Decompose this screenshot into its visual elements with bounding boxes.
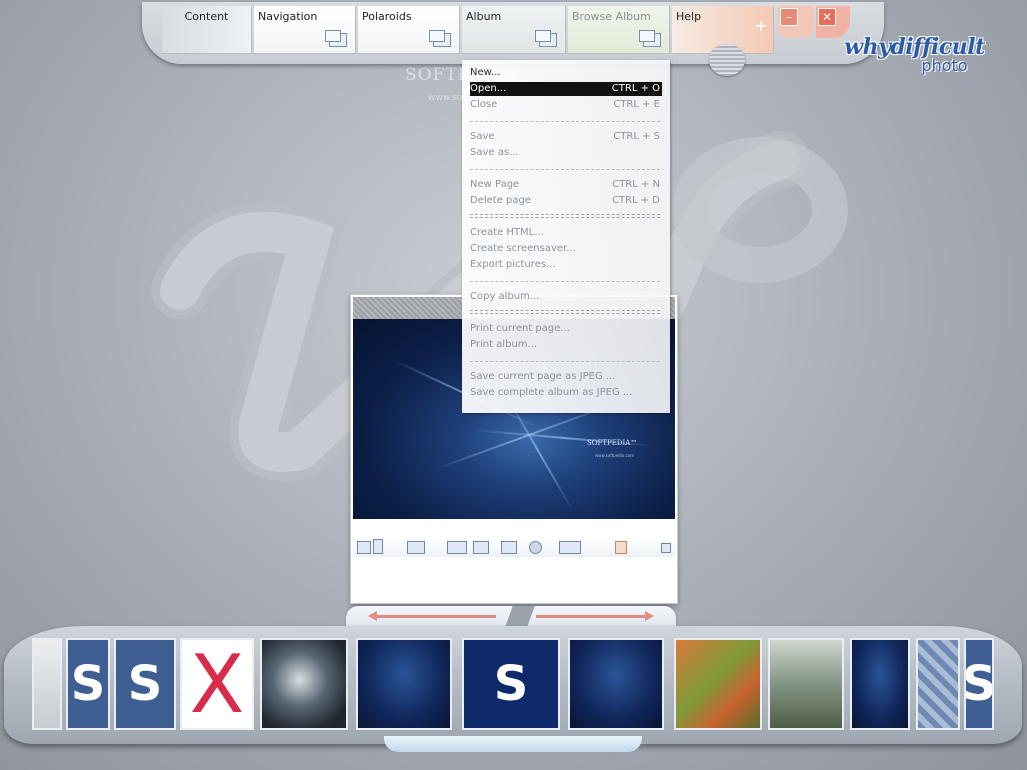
top-tab-bar: Content Navigation Polaroids Album Brows… xyxy=(142,2,884,64)
album-dropdown-menu: New... Open... CTRL + O Close CTRL + E Sav… xyxy=(462,60,670,413)
preview-toolbar xyxy=(353,539,675,557)
filmstrip-thumb-label xyxy=(852,640,908,728)
menu-item-delete-page[interactable]: Delete page CTRL + D xyxy=(470,194,662,208)
tab-browse-album-label: Browse Album xyxy=(572,10,651,23)
menu-item-copy-album[interactable]: Copy album... xyxy=(470,290,662,304)
tab-polaroids-label: Polaroids xyxy=(362,10,412,23)
tab-album[interactable]: Album xyxy=(462,6,566,54)
tab-navigation[interactable]: Navigation xyxy=(254,6,356,54)
filmstrip-thumb[interactable] xyxy=(674,638,762,730)
tab-content[interactable]: Content xyxy=(162,6,252,54)
menu-item-create-html[interactable]: Create HTML... xyxy=(470,226,662,240)
bar-handle[interactable] xyxy=(709,44,745,76)
tab-polaroids[interactable]: Polaroids xyxy=(358,6,460,54)
book-icon xyxy=(535,30,557,47)
globe-icon[interactable] xyxy=(529,541,542,554)
filmstrip-thumb-label: S xyxy=(493,656,529,712)
filmstrip-thumb[interactable] xyxy=(568,638,664,730)
filmstrip-thumb[interactable] xyxy=(850,638,910,730)
menu-separator xyxy=(470,281,660,282)
menu-item-print-album[interactable]: Print album... xyxy=(470,338,662,352)
resize-icon[interactable] xyxy=(407,541,425,554)
filmstrip-thumb-label xyxy=(262,640,346,728)
printer-icon[interactable] xyxy=(559,541,581,554)
scroll-right-arrow-icon[interactable] xyxy=(536,611,654,621)
tab-browse-album[interactable]: Browse Album xyxy=(568,6,670,54)
tab-navigation-label: Navigation xyxy=(258,10,318,23)
preview-image-url: www.softpedia.com xyxy=(595,453,635,458)
menu-separator xyxy=(470,361,660,362)
pages-icon xyxy=(325,30,347,47)
filmstrip-thumb-label xyxy=(34,640,60,728)
filmstrip-thumb-label: S xyxy=(127,656,163,712)
filmstrip-thumb-label: X xyxy=(189,638,245,730)
filmstrip-thumb[interactable] xyxy=(260,638,348,730)
menu-separator xyxy=(470,169,660,170)
preview-image-text: SOFTPEDIA™ xyxy=(587,439,638,447)
tab-content-label: Content xyxy=(184,10,229,23)
menu-item-print-current-page[interactable]: Print current page... xyxy=(470,322,662,336)
menu-separator xyxy=(470,214,660,218)
filmstrip-thumb-label xyxy=(770,640,842,728)
scroll-left-arrow-icon[interactable] xyxy=(368,611,496,621)
filmstrip-thumb-label xyxy=(676,640,760,728)
filmstrip-thumb[interactable]: S xyxy=(462,638,560,730)
camera-icon[interactable] xyxy=(501,541,517,554)
filmstrip-thumb-label: S xyxy=(70,656,106,712)
folder-icon[interactable] xyxy=(473,541,489,554)
filmstrip-thumb-label xyxy=(358,640,450,728)
filmstrip-thumb-label xyxy=(918,640,958,728)
close-small-icon[interactable] xyxy=(661,543,671,553)
tab-album-label: Album xyxy=(466,10,502,23)
filmstrip-thumb[interactable] xyxy=(32,638,62,730)
layout-portrait-icon[interactable] xyxy=(373,539,383,554)
menu-item-save-album-jpeg[interactable]: Save complete album as JPEG ... xyxy=(470,386,662,400)
filmstrip-thumb[interactable] xyxy=(768,638,844,730)
filmstrip-thumb[interactable] xyxy=(356,638,452,730)
menu-item-create-screensaver[interactable]: Create screensaver... xyxy=(470,242,662,256)
minimize-button[interactable]: – xyxy=(780,8,798,26)
add-icon[interactable]: + xyxy=(752,18,770,36)
filmstrip-thumb[interactable]: S xyxy=(964,638,994,730)
menu-separator xyxy=(470,121,660,122)
menu-item-save-as[interactable]: Save as... xyxy=(470,146,662,160)
menu-item-save[interactable]: Save CTRL + S xyxy=(470,130,662,144)
menu-item-new-page[interactable]: New Page CTRL + N xyxy=(470,178,662,192)
filmstrip-thumb[interactable]: S xyxy=(114,638,176,730)
menu-item-save-page-jpeg[interactable]: Save current page as JPEG ... xyxy=(470,370,662,384)
filmstrip-thumb[interactable]: X xyxy=(180,638,254,730)
filmstrip-thumb[interactable]: S xyxy=(66,638,110,730)
trash-icon[interactable] xyxy=(615,541,627,554)
close-button[interactable]: ✕ xyxy=(818,8,836,26)
filmstrip-thumb-label: S xyxy=(966,640,992,728)
menu-item-new[interactable]: New... xyxy=(470,66,662,80)
menu-separator xyxy=(470,310,660,314)
filmstrip-handle[interactable] xyxy=(384,736,642,752)
menu-item-close[interactable]: Close CTRL + E xyxy=(470,98,662,112)
filmstrip-thumb[interactable] xyxy=(916,638,960,730)
browse-book-icon xyxy=(639,30,661,47)
layout-landscape-icon[interactable] xyxy=(357,541,371,554)
album-view-icon[interactable] xyxy=(447,541,467,554)
page-filmstrip: SSXSS xyxy=(4,626,1022,744)
menu-item-open[interactable]: Open... CTRL + O xyxy=(470,82,662,96)
menu-item-export-pictures[interactable]: Export pictures... xyxy=(470,258,662,272)
brand-logo: whydifficult photo xyxy=(832,34,997,75)
filmstrip-thumb-label xyxy=(570,640,662,728)
polaroids-icon xyxy=(429,30,451,47)
brand-name: whydifficult xyxy=(844,34,985,60)
